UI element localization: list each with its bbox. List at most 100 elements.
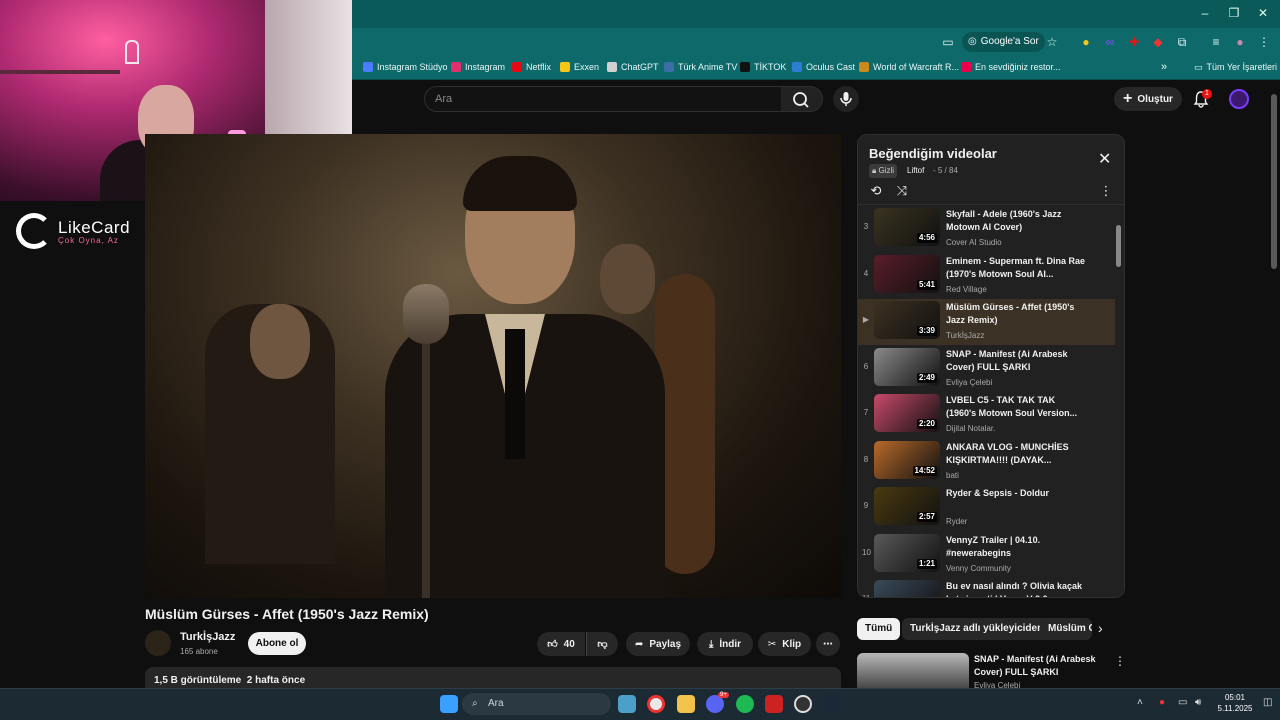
playlist-item[interactable]: 6 2:49 SNAP - Manifest (Ai Arabesk Cover) …	[858, 346, 1115, 392]
extension-4-icon[interactable]: ◆	[1150, 34, 1166, 50]
all-bookmarks-folder[interactable]: ▭ Tüm Yer İşaretleri	[1194, 59, 1277, 75]
playlist-item[interactable]: 4 5:41 Eminem - Superman ft. Dina Rae (197…	[858, 253, 1115, 299]
bookmark-chatgpt[interactable]: ChatGPT	[607, 59, 659, 75]
extensions-puzzle-icon[interactable]: ⧉	[1174, 34, 1190, 50]
chevron-right-icon[interactable]: ›	[1098, 620, 1103, 636]
loop-icon[interactable]: ⟲	[868, 183, 884, 199]
bookmarks-overflow-icon[interactable]: »	[1161, 59, 1167, 75]
share-button[interactable]: ➦ Paylaş	[626, 632, 690, 656]
network-icon[interactable]: ▭	[1178, 697, 1187, 708]
page-scrollbar[interactable]	[1271, 94, 1277, 269]
more-actions-button[interactable]: ⋯	[816, 632, 840, 656]
filter-chip[interactable]: Müslüm G	[1040, 618, 1092, 640]
playlist-item-title[interactable]: Eminem - Superman ft. Dina Rae (1970's M…	[946, 255, 1086, 281]
playlist-item-thumbnail[interactable]: 5:41	[874, 254, 940, 293]
playlist-item-thumbnail[interactable]: 2:49	[874, 347, 940, 386]
playlist-title[interactable]: Beğendiğim videolar	[869, 146, 997, 161]
playlist-item[interactable]: 10 1:21 VennyZ Trailer | 04.10. #newerabeg…	[858, 532, 1115, 578]
playlist-item-thumbnail[interactable]: 1:21	[874, 533, 940, 572]
profile-avatar-icon[interactable]: ●	[1232, 34, 1248, 50]
playlist-menu-icon[interactable]: ⋮	[1098, 183, 1114, 199]
search-button[interactable]	[781, 86, 823, 112]
recommendation-menu-icon[interactable]: ⋮	[1114, 654, 1126, 668]
bookmark-netflix[interactable]: Netflix	[512, 59, 551, 75]
tray-chevron-icon[interactable]: ˄	[1137, 697, 1143, 708]
like-button[interactable]: 👍︎ 40	[537, 632, 585, 656]
dislike-button[interactable]: 👎︎	[586, 632, 618, 656]
channel-avatar[interactable]	[145, 630, 171, 656]
channel-name[interactable]: TurkİşJazz	[180, 631, 235, 643]
recommendation-thumbnail[interactable]	[857, 653, 969, 689]
playlist-item-title[interactable]: ANKARA VLOG - MUNCHİES KIŞKIRTMA!!!! (DA…	[946, 441, 1086, 467]
bookmark-anime[interactable]: Türk Anime TV	[664, 59, 737, 75]
filter-chip[interactable]: Tümü	[857, 618, 901, 640]
restore-icon[interactable]: ❐	[1227, 6, 1241, 20]
playlist-item[interactable]: 3 4:56 Skyfall - Adele (1960's Jazz Motown…	[858, 206, 1115, 252]
playlist-item-thumbnail[interactable]: 4:56	[874, 208, 940, 246]
bookmark-tiktok[interactable]: TİKTOK	[740, 59, 786, 75]
playlist-item-title[interactable]: VennyZ Trailer | 04.10. #newerabegins	[946, 534, 1086, 560]
bookmark-oculus[interactable]: Oculus Cast	[792, 59, 855, 75]
minimize-icon[interactable]: –	[1198, 6, 1212, 20]
playlist-item[interactable]: 11 Bu ev nasıl alındı ? Olivia kaçak kat …	[858, 578, 1115, 597]
file-explorer-icon[interactable]	[677, 695, 695, 713]
cast-icon[interactable]: ▭	[940, 34, 956, 50]
download-button[interactable]: ⤓ İndir	[697, 632, 753, 656]
extension-2-icon[interactable]: ∞	[1102, 34, 1118, 50]
playlist-item-title[interactable]: LVBEL C5 - TAK TAK TAK (1960's Motown So…	[946, 394, 1086, 420]
close-window-icon[interactable]: ✕	[1256, 6, 1270, 20]
playlist-scrollbar[interactable]	[1116, 225, 1121, 267]
extension-1-icon[interactable]: ●	[1078, 34, 1094, 50]
tray-mic-icon[interactable]: ●	[1159, 697, 1165, 708]
playlist-item-title[interactable]: Skyfall - Adele (1960's Jazz Motown AI C…	[946, 208, 1086, 234]
bookmark-meta[interactable]: Instagram Stüdyo	[363, 59, 448, 75]
extension-3-icon[interactable]: ✚	[1126, 34, 1142, 50]
playlist-item-title[interactable]: Bu ev nasıl alındı ? Olivia kaçak kat zi…	[946, 580, 1086, 597]
playlist-item-title[interactable]: Müslüm Gürses - Affet (1950's Jazz Remix…	[946, 301, 1086, 327]
widgets-icon[interactable]	[618, 695, 636, 713]
playlist-item-thumbnail[interactable]: 3:39	[874, 301, 940, 339]
playlist-item[interactable]: 8 14:52 ANKARA VLOG - MUNCHİES KIŞKIRTMA!!…	[858, 439, 1115, 485]
chrome-icon[interactable]	[647, 695, 665, 713]
playlist-item-channel: Red Village	[946, 284, 987, 294]
account-avatar[interactable]	[1229, 89, 1249, 109]
google-ask-button[interactable]: ◎ Google'a Sor	[962, 32, 1045, 52]
bookmark-star-icon[interactable]: ☆	[1044, 34, 1060, 50]
taskbar-search-input[interactable]: Ara	[462, 693, 611, 715]
playlist-item-title[interactable]: SNAP - Manifest (Ai Arabesk Cover) FULL …	[946, 348, 1086, 374]
playlist-item-thumbnail[interactable]: 2:57	[874, 487, 940, 525]
create-button[interactable]: + Oluştur	[1114, 87, 1182, 111]
steam-icon[interactable]	[824, 695, 842, 713]
spotify-icon[interactable]	[736, 695, 754, 713]
bookmark-exxen[interactable]: Exxen	[560, 59, 599, 75]
windows-start-icon[interactable]	[440, 695, 458, 713]
voice-search-button[interactable]	[833, 86, 859, 112]
playlist-item-thumbnail[interactable]	[874, 580, 940, 597]
playlist-item-title[interactable]: Ryder & Sepsis - Doldur	[946, 487, 1086, 500]
recommendation-title[interactable]: SNAP - Manifest (Ai Arabesk Cover) FULL …	[974, 653, 1099, 679]
playlist-item[interactable]: 7 2:20 LVBEL C5 - TAK TAK TAK (1960's Moto…	[858, 392, 1115, 438]
subscribe-button[interactable]: Abone ol	[248, 632, 306, 655]
shuffle-icon[interactable]: ⤨	[894, 183, 910, 199]
volume-icon[interactable]: 🔊︎	[1195, 697, 1201, 708]
bookmark-yemeksepeti[interactable]: En sevdiğiniz restor...	[961, 59, 1061, 75]
browser-menu-icon[interactable]: ⋮	[1256, 34, 1272, 50]
close-icon[interactable]: ✕	[1098, 152, 1111, 168]
taskbar-clock[interactable]: 05:01 5.11.2025	[1212, 692, 1258, 714]
video-player[interactable]	[145, 134, 841, 598]
bookmark-wow[interactable]: World of Warcraft R...	[859, 59, 959, 75]
playlist-item-thumbnail[interactable]: 2:20	[874, 394, 940, 432]
playlist-item-channel: Venny Community	[946, 563, 1011, 573]
notification-center-icon[interactable]: ◫	[1263, 697, 1272, 708]
filter-chip[interactable]: TurkİşJazz adlı yükleyiciden	[902, 618, 1052, 640]
obs-setup-icon[interactable]	[765, 695, 783, 713]
playlist-owner[interactable]: Liftof	[907, 164, 924, 178]
media-controls-icon[interactable]: ≡	[1208, 34, 1224, 50]
playlist-item[interactable]: 9 2:57 Ryder & Sepsis - Doldur Ryder	[858, 485, 1115, 531]
bookmark-instagram[interactable]: Instagram	[451, 59, 505, 75]
clip-button[interactable]: ✂ Klip	[758, 632, 811, 656]
obs-icon[interactable]	[794, 695, 812, 713]
youtube-search-input[interactable]: Ara	[424, 86, 782, 112]
playlist-item-thumbnail[interactable]: 14:52	[874, 440, 940, 479]
playlist-item[interactable]: ▶ 3:39 Müslüm Gürses - Affet (1950's Jazz …	[858, 299, 1115, 345]
